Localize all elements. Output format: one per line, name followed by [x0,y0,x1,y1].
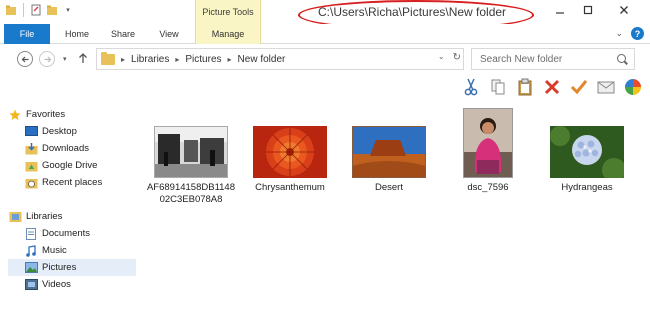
tab-home[interactable]: Home [56,24,98,44]
file-item-chrysanthemum[interactable]: Chrysanthemum [244,126,336,194]
nav-label: Recent places [42,177,103,188]
refresh-icon[interactable]: ↻ [453,52,461,63]
search-input[interactable]: Search New folder [480,54,562,65]
folder-icon[interactable] [4,3,18,17]
email-icon[interactable] [596,78,615,97]
breadcrumb-separator-icon[interactable]: ▸ [121,55,125,64]
close-button[interactable] [602,0,646,20]
file-name: Hydrangeas [561,182,613,193]
address-actions: ⌄ ↻ [438,52,461,63]
nav-item-google-drive[interactable]: Google Drive [8,157,136,174]
tab-share[interactable]: Share [100,24,146,44]
expand-ribbon-icon[interactable]: ⌄ [615,28,623,39]
ribbon-controls: ⌄ ? [615,27,644,40]
file-name: Desert [375,182,403,193]
breadcrumb-pictures[interactable]: Pictures [185,54,221,65]
libraries-icon [8,211,22,223]
desert-thumbnail [352,126,426,178]
history-dropdown-icon[interactable]: ⌄ [438,52,445,63]
nav-label: Favorites [26,109,66,120]
hydrangeas-thumbnail [550,126,624,178]
nav-label: Google Drive [42,160,98,171]
divider [23,3,24,17]
quick-access-toolbar: ▾ [4,3,75,17]
nav-item-music[interactable]: Music [8,242,136,259]
folder-icon [101,51,115,65]
maximize-button[interactable] [574,0,602,20]
up-arrow-icon[interactable] [78,52,88,67]
recent-places-icon [24,177,38,189]
nav-label: Documents [42,228,91,239]
file-item-af68914158db114802c3eb078a8[interactable]: AF68914158DB114802C3EB078A8 [145,126,237,206]
file-item-desert[interactable]: Desert [343,126,435,194]
file-list: AF68914158DB114802C3EB078A8 Chrysanthemu… [145,98,650,314]
documents-icon [24,227,38,240]
file-name: dsc_7596 [467,182,509,193]
music-icon [24,244,38,257]
tab-view[interactable]: View [148,24,190,44]
properties-icon[interactable] [29,3,43,17]
nav-favorites[interactable]: Favorites [8,106,136,123]
title-bar: ▾ Picture Tools C:\Users\Richa\Pictures\… [0,0,650,30]
breadcrumb-separator-icon[interactable]: ▸ [228,55,232,64]
nav-label: Desktop [42,126,77,137]
help-icon[interactable]: ? [631,27,644,40]
portrait-thumbnail [463,108,513,178]
customize-dropdown-icon[interactable]: ▾ [61,3,75,17]
file-item-hydrangeas[interactable]: Hydrangeas [541,126,633,194]
copy-icon[interactable] [488,78,507,97]
nav-label: Downloads [42,143,89,154]
back-button[interactable] [17,51,33,67]
file-name: Chrysanthemum [255,182,325,193]
nav-label: Videos [42,279,71,290]
color-wheel-icon[interactable] [623,78,642,97]
breadcrumb-libraries[interactable]: Libraries [131,54,169,65]
minimize-button[interactable] [546,0,574,20]
chrysanthemum-thumbnail [253,126,327,178]
nav-label: Pictures [42,262,77,273]
nav-item-downloads[interactable]: Downloads [8,140,136,157]
picture-tools-header: Picture Tools [195,0,261,24]
nav-item-desktop[interactable]: Desktop [8,123,136,140]
videos-icon [24,279,38,291]
bw-photo-thumbnail [154,126,228,178]
recent-locations-dropdown-icon[interactable]: ▾ [63,55,67,63]
tab-manage[interactable]: Manage [195,24,261,44]
nav-item-documents[interactable]: Documents [8,225,136,242]
address-box[interactable]: ▸ Libraries ▸ Pictures ▸ New folder ⌄ ↻ [96,48,464,70]
nav-label: Music [42,245,67,256]
nav-libraries[interactable]: Libraries [8,208,136,225]
window-controls [546,0,646,20]
address-bar-row: ▾ ▸ Libraries ▸ Pictures ▸ New folder ⌄ … [0,44,650,74]
nav-item-videos[interactable]: Videos [8,276,136,293]
checkmark-icon[interactable] [569,78,588,97]
nav-label: Libraries [26,211,63,222]
delete-icon[interactable] [542,78,561,97]
pictures-icon [24,262,38,274]
cut-icon[interactable] [461,78,480,97]
downloads-icon [24,142,38,155]
nav-item-recent-places[interactable]: Recent places [8,174,136,191]
navigation-pane: Favorites Desktop Downloads Google Drive… [8,98,136,314]
ribbon-tabs: File Home Share View Manage ⌄ ? [0,24,650,44]
google-drive-icon [24,160,38,172]
new-folder-icon[interactable] [45,3,59,17]
star-icon [8,109,22,121]
file-name: AF68914158DB114802C3EB078A8 [146,182,236,205]
paste-icon[interactable] [515,78,534,97]
tab-file[interactable]: File [4,24,50,44]
breadcrumb-separator-icon[interactable]: ▸ [175,55,179,64]
search-icon [617,53,628,65]
forward-button[interactable] [39,51,55,67]
breadcrumb-new-folder[interactable]: New folder [238,54,286,65]
nav-item-pictures[interactable]: Pictures [8,259,136,276]
command-toolbar [461,76,642,98]
search-box[interactable]: Search New folder [471,48,635,70]
desktop-icon [24,126,38,138]
file-item-dsc-7596[interactable]: dsc_7596 [442,108,534,194]
